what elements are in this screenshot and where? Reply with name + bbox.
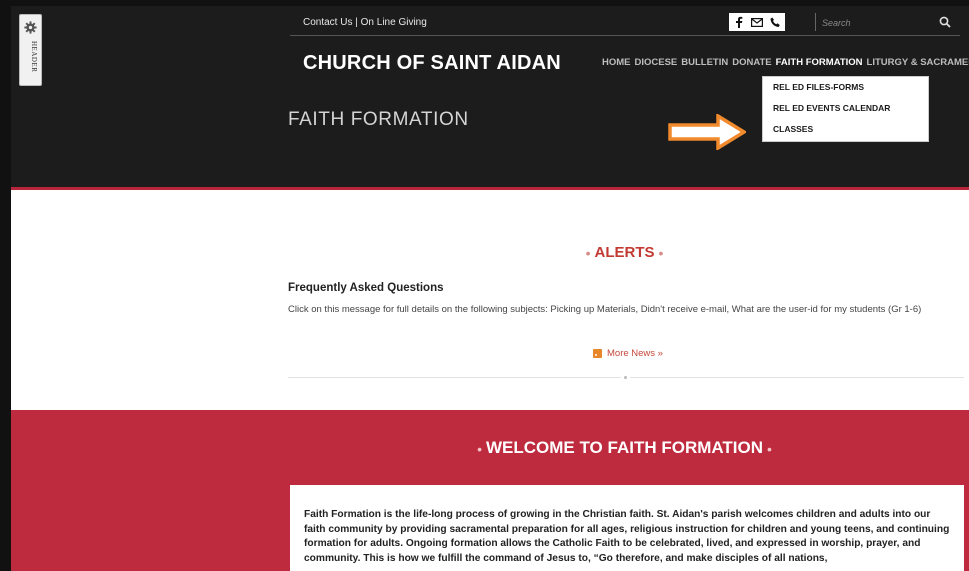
gear-icon: [24, 21, 37, 34]
heading-dot-left: •: [585, 244, 591, 261]
divider-dot: [621, 373, 630, 382]
topbar-rule: [290, 35, 960, 36]
facebook-icon[interactable]: [732, 16, 746, 28]
header-panel-label: HEADER: [30, 41, 38, 73]
nav-home[interactable]: HOME: [602, 57, 631, 68]
faq-message[interactable]: Click on this message for full details o…: [288, 303, 964, 316]
topbar-links: Contact Us | On Line Giving: [303, 17, 427, 28]
search-input[interactable]: [822, 14, 932, 32]
header-panel-toggle[interactable]: HEADER: [19, 14, 42, 86]
window-frame-left: [0, 0, 11, 571]
page-title: FAITH FORMATION: [288, 109, 469, 130]
nav-faith-formation[interactable]: FAITH FORMATION: [776, 57, 863, 68]
header-divider: [11, 187, 969, 190]
welcome-heading: • WELCOME TO FAITH FORMATION •: [0, 438, 969, 458]
email-icon[interactable]: [750, 16, 764, 28]
arrow-right-icon: [668, 114, 746, 150]
topbar-separator: |: [355, 17, 358, 28]
search-box: [822, 13, 957, 32]
alerts-heading-text: ALERTS: [594, 244, 655, 261]
faq-title[interactable]: Frequently Asked Questions: [288, 282, 444, 294]
dropdown-item-rel-ed-events-calendar[interactable]: REL ED EVENTS CALENDAR: [773, 102, 928, 123]
nav-liturgy-sacraments[interactable]: LITURGY & SACRAMENTS: [867, 57, 969, 68]
nav-donate[interactable]: DONATE: [732, 57, 771, 68]
more-news-link[interactable]: More News »: [593, 348, 663, 359]
alerts-heading: • ALERTS •: [0, 244, 969, 262]
contact-us-link[interactable]: Contact Us: [303, 17, 352, 28]
phone-icon[interactable]: [768, 16, 782, 28]
search-icon[interactable]: [939, 16, 951, 28]
online-giving-link[interactable]: On Line Giving: [361, 17, 427, 28]
topbar-divider: [815, 13, 816, 31]
dropdown-item-classes[interactable]: CLASSES: [773, 123, 928, 144]
site-title[interactable]: CHURCH OF SAINT AIDAN: [303, 52, 561, 75]
heading-dot-right: •: [767, 440, 772, 457]
main-nav: HOME DIOCESE BULLETIN DONATE FAITH FORMA…: [602, 57, 969, 68]
welcome-body: Faith Formation is the life-long process…: [304, 509, 950, 564]
heading-dot-left: •: [477, 440, 482, 457]
more-news-label[interactable]: More News »: [607, 348, 663, 359]
nav-diocese[interactable]: DIOCESE: [635, 57, 678, 68]
faith-formation-dropdown: REL ED FILES-FORMS REL ED EVENTS CALENDA…: [762, 76, 929, 142]
welcome-heading-text: WELCOME TO FAITH FORMATION: [485, 438, 763, 457]
dropdown-item-rel-ed-files-forms[interactable]: REL ED FILES-FORMS: [773, 81, 928, 102]
social-icons: [729, 13, 785, 31]
nav-bulletin[interactable]: BULLETIN: [681, 57, 728, 68]
heading-dot-right: •: [658, 244, 664, 261]
welcome-card: Faith Formation is the life-long process…: [290, 485, 964, 571]
rss-icon: [593, 349, 602, 358]
